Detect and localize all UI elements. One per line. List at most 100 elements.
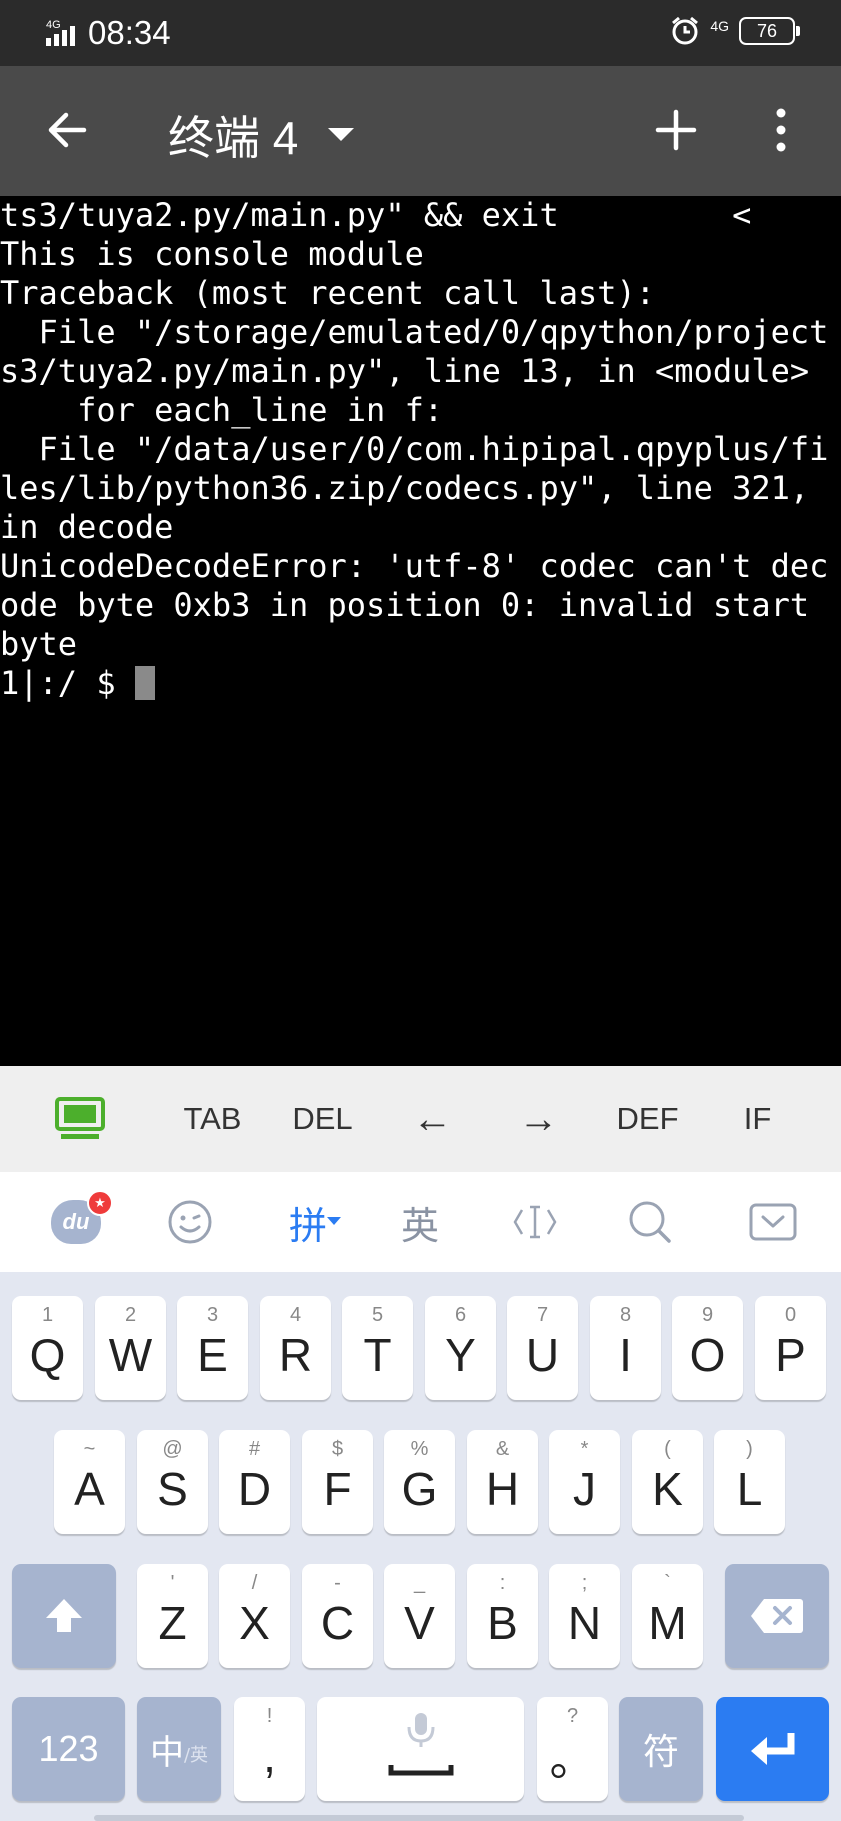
key-v[interactable]: _ V [384,1564,455,1668]
key-f[interactable]: $ F [302,1430,373,1534]
key-i[interactable]: 8I [590,1296,661,1400]
search-icon [629,1201,671,1243]
extra-keys-bar: TAB DEL ← → DEF IF [0,1066,841,1172]
key-sub-label: - [334,1572,341,1594]
terminal-line: ts3/tuya2.py/main.py" && exit < [0,196,752,234]
key-w[interactable]: 2W [95,1296,166,1400]
key-c[interactable]: -C [302,1564,373,1668]
key-p[interactable]: 0P [755,1296,826,1400]
shell-prompt: 1|:/ $ [0,664,135,702]
key-r[interactable]: 4R [260,1296,331,1400]
search-button[interactable] [610,1172,690,1272]
cursor-move-button[interactable] [495,1172,575,1272]
key-sub-label: * [580,1438,589,1460]
key-n[interactable]: ; N [549,1564,620,1668]
key-l[interactable]: ) L [714,1430,785,1534]
terminal-selector[interactable]: 终端 4 [168,102,355,168]
key-e[interactable]: 3E [177,1296,248,1400]
key-u[interactable]: 7U [507,1296,578,1400]
key-m[interactable]: ` M [632,1564,703,1668]
language-switch-key[interactable]: 中/英 [137,1697,221,1801]
key-label: C [320,1597,355,1649]
terminal-line: byte [0,625,78,663]
key-label: J [573,1463,596,1515]
key-label: V [404,1597,435,1649]
key-d[interactable]: # D [219,1430,290,1534]
key-label: R [278,1329,313,1381]
terminal-line: s3/tuya2.py/main.py", line 13, in <modul… [0,352,810,390]
key-sub-label: 5 [371,1304,384,1326]
status-right: 4G 76 [670,16,800,46]
ime-logo-button[interactable]: du ★ [36,1172,116,1272]
terminal-output[interactable]: ts3/tuya2.py/main.py" && exit < This is … [0,196,841,1066]
pinyin-label: 拼 [288,1203,327,1248]
back-arrow-icon[interactable] [42,104,94,156]
shift-key[interactable] [12,1564,116,1668]
key-label: I [619,1329,632,1381]
key-sub-label: 1 [41,1304,54,1326]
key-sub-label: ? [566,1705,579,1727]
more-vert-icon[interactable] [766,104,796,156]
terminal-line: in decode [0,508,174,546]
key-label: 。 [549,1733,596,1785]
right-arrow-key[interactable]: → [496,1066,581,1172]
left-arrow-key[interactable]: ← [390,1066,475,1172]
if-key[interactable]: IF [715,1066,800,1172]
key-q[interactable]: 1Q [12,1296,83,1400]
english-label: 英 [400,1203,439,1248]
key-k[interactable]: (K [632,1430,703,1534]
key-label: , [263,1730,276,1782]
battery-icon: 76 [739,17,800,45]
period-key[interactable]: ?。 [537,1697,608,1801]
key-j[interactable]: * J [549,1430,620,1534]
symbol-key[interactable]: 符 [619,1697,703,1801]
key-label: W [108,1329,153,1381]
key-label: O [689,1329,726,1381]
key-sub-label: 8 [619,1304,632,1326]
key-sub-label: 2 [124,1304,137,1326]
enter-key[interactable] [716,1697,829,1801]
keyboard-toggle-button[interactable] [40,1066,120,1172]
key-label: H [485,1463,520,1515]
terminal-line: Traceback (most recent call last): [0,274,656,312]
key-label: P [775,1329,806,1381]
key-y[interactable]: 6Y [425,1296,496,1400]
comma-key[interactable]: !, [234,1697,305,1801]
add-icon[interactable] [650,104,702,156]
key-label: K [652,1463,683,1515]
key-sub-label: : [499,1572,506,1594]
key-z[interactable]: ' Z [137,1564,208,1668]
space-key[interactable] [317,1697,524,1801]
key-label: N [567,1597,602,1649]
terminal-line: This is console module [0,235,424,273]
english-mode-button[interactable]: 英 [380,1172,460,1272]
key-sub-label: % [410,1438,429,1460]
key-sub-label: 4 [289,1304,302,1326]
backspace-key[interactable] [725,1564,829,1668]
terminal-line: File "/data/user/0/com.hipipal.qpyplus/f… [0,430,829,468]
symbol-label: 符 [642,1732,679,1773]
language-main-label: 中 [149,1732,184,1773]
key-x[interactable]: / X [219,1564,290,1668]
key-sub-label: 7 [536,1304,549,1326]
pinyin-mode-button[interactable]: 拼 [275,1172,355,1272]
key-g[interactable]: % G [384,1430,455,1534]
hide-keyboard-button[interactable] [733,1172,813,1272]
key-a[interactable]: ~ A [54,1430,125,1534]
terminal-line: for each_line in f: [0,391,444,429]
key-s[interactable]: @ S [137,1430,208,1534]
key-sub-label: # [248,1438,261,1460]
number-mode-key[interactable]: 123 [12,1697,125,1801]
dropdown-arrow-icon [328,128,355,141]
language-sub-label: /英 [183,1745,209,1766]
key-h[interactable]: & H [467,1430,538,1534]
key-o[interactable]: 9O [672,1296,743,1400]
key-t[interactable]: 5T [342,1296,413,1400]
del-key[interactable]: DEL [280,1066,365,1172]
prompt-line[interactable]: 1|:/ $ [0,664,841,703]
ime-logo-text: du [62,1209,90,1234]
key-b[interactable]: :B [467,1564,538,1668]
emoji-button[interactable] [150,1172,230,1272]
tab-key[interactable]: TAB [170,1066,255,1172]
def-key[interactable]: DEF [605,1066,690,1172]
